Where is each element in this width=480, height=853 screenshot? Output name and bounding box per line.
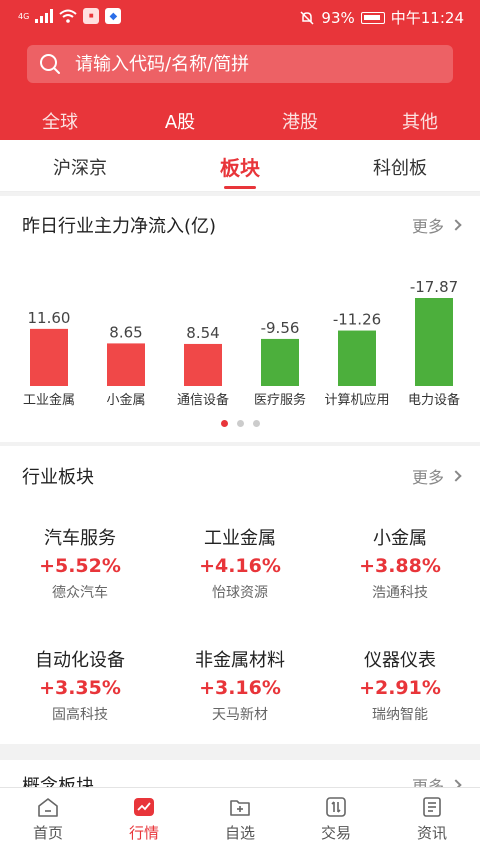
search-icon xyxy=(40,54,60,74)
battery-percent: 93% xyxy=(321,8,355,27)
subtab-shanghai-shenzhen-beijing[interactable]: 沪深京 xyxy=(20,154,140,180)
app-notification-icon: ■ xyxy=(83,8,100,24)
status-bar: 4G ■ ◆ 93% 中午11:24 xyxy=(0,0,480,34)
sector-tile[interactable]: 非金属材料 +3.16% 天马新材 xyxy=(160,646,320,724)
capital-flow-chart: 11.60 工业金属 8.65 小金属 8.54 通信设备 -9.56 医疗服务 -11.26 计… xyxy=(23,278,460,408)
home-icon xyxy=(38,798,58,817)
subtab-star-market[interactable]: 科创板 xyxy=(340,154,460,180)
tab-trade[interactable]: 交易 xyxy=(288,796,384,843)
sector-change: +3.16% xyxy=(199,677,281,699)
tab-watchlist[interactable]: 自选 xyxy=(192,796,288,843)
market-tabs: 全球 A股 港股 其他 xyxy=(0,100,480,145)
sector-leading-stock: 浩通科技 xyxy=(372,585,428,601)
tab-other[interactable]: 其他 xyxy=(380,108,460,134)
industry-sectors-title: 行业板块 xyxy=(22,467,94,488)
bar-计算机应用[interactable] xyxy=(338,330,376,386)
carousel-dot[interactable] xyxy=(252,420,260,427)
bar-value-label: -17.87 xyxy=(410,278,458,296)
sub-tabs: 沪深京 板块 科创板 xyxy=(0,140,480,192)
bar-category-label: 工业金属 xyxy=(23,392,75,408)
bar-电力设备[interactable] xyxy=(415,298,453,386)
sector-change: +2.91% xyxy=(359,677,441,699)
carousel-dots xyxy=(0,420,480,427)
active-subtab-indicator xyxy=(224,186,256,189)
folder-plus-icon xyxy=(230,800,250,816)
bar-小金属[interactable] xyxy=(107,343,145,386)
sector-leading-stock: 德众汽车 xyxy=(52,585,108,601)
tab-quotes[interactable]: 行情 xyxy=(96,796,192,843)
battery-icon xyxy=(360,11,385,24)
capital-flow-card: 昨日行业主力净流入(亿) 更多 11.60 工业金属 8.65 小金属 8.54 通信设备… xyxy=(0,196,480,442)
sector-tile[interactable]: 仪器仪表 +2.91% 瑞纳智能 xyxy=(320,646,480,724)
subtab-sectors[interactable]: 板块 xyxy=(180,152,300,189)
sector-tile[interactable]: 汽车服务 +5.52% 德众汽车 xyxy=(0,524,160,602)
bar-category-label: 通信设备 xyxy=(177,392,229,408)
sector-tile[interactable]: 工业金属 +4.16% 怡球资源 xyxy=(160,524,320,602)
capital-flow-more-link[interactable]: 更多 xyxy=(412,213,462,237)
sector-leading-stock: 瑞纳智能 xyxy=(372,707,428,723)
network-type: 4G xyxy=(18,11,30,21)
search-bar[interactable] xyxy=(27,45,453,83)
clock: 中午11:24 xyxy=(390,9,464,27)
bar-value-label: -9.56 xyxy=(261,319,300,337)
sector-tile[interactable]: 自动化设备 +3.35% 固高科技 xyxy=(0,646,160,724)
bar-value-label: 8.54 xyxy=(186,324,219,342)
bar-value-label: -11.26 xyxy=(333,311,381,329)
bar-category-label: 计算机应用 xyxy=(324,392,389,408)
carousel-dot[interactable] xyxy=(236,420,244,427)
bar-工业金属[interactable] xyxy=(30,328,68,386)
sector-name: 非金属材料 xyxy=(195,650,285,671)
trade-icon xyxy=(326,797,346,817)
trend-chart-icon xyxy=(134,798,154,816)
industry-sectors-card: 行业板块 更多 汽车服务 +5.52% 德众汽车 工业金属 +4.16% 怡球资… xyxy=(0,446,480,744)
wifi-icon xyxy=(59,9,77,23)
sector-name: 自动化设备 xyxy=(35,650,125,671)
sector-leading-stock: 固高科技 xyxy=(52,707,108,723)
news-icon xyxy=(423,797,441,817)
sector-change: +3.88% xyxy=(359,555,441,577)
sector-leading-stock: 天马新材 xyxy=(212,707,268,723)
tab-home[interactable]: 首页 xyxy=(0,796,96,843)
bar-category-label: 医疗服务 xyxy=(254,392,306,408)
bar-category-label: 小金属 xyxy=(106,392,145,408)
bar-category-label: 电力设备 xyxy=(408,392,460,408)
chevron-right-icon xyxy=(450,219,462,231)
sector-tile[interactable]: 小金属 +3.88% 浩通科技 xyxy=(320,524,480,602)
carousel-dot-active[interactable] xyxy=(220,420,228,427)
shield-notification-icon: ◆ xyxy=(105,8,122,24)
tab-news[interactable]: 资讯 xyxy=(384,796,480,843)
tab-global[interactable]: 全球 xyxy=(20,108,100,134)
bar-医疗服务[interactable] xyxy=(261,338,299,386)
bar-通信设备[interactable] xyxy=(184,343,222,386)
sector-name: 汽车服务 xyxy=(44,528,116,549)
industry-sectors-more-link[interactable]: 更多 xyxy=(412,464,462,488)
bar-value-label: 11.60 xyxy=(28,309,71,327)
sector-name: 小金属 xyxy=(373,528,427,549)
tab-a-shares[interactable]: A股 xyxy=(140,108,220,145)
sector-change: +5.52% xyxy=(39,555,121,577)
sector-leading-stock: 怡球资源 xyxy=(212,585,268,601)
sector-name: 仪器仪表 xyxy=(364,650,436,671)
sector-change: +4.16% xyxy=(199,555,281,577)
sector-change: +3.35% xyxy=(39,677,121,699)
app-header: 4G ■ ◆ 93% 中午11:24 请输入代码/名称/简拼 全球 A股 港股 … xyxy=(0,0,480,145)
sector-name: 工业金属 xyxy=(204,528,276,549)
capital-flow-title: 昨日行业主力净流入(亿) xyxy=(22,216,217,237)
mute-bell-icon xyxy=(300,10,314,25)
bottom-tab-bar: 首页 行情 自选 交易 资讯 xyxy=(0,787,480,853)
chevron-right-icon xyxy=(450,470,462,482)
bar-value-label: 8.65 xyxy=(109,323,142,341)
tab-hk-shares[interactable]: 港股 xyxy=(260,108,340,134)
signal-icon xyxy=(35,9,54,23)
search-input[interactable] xyxy=(75,53,415,75)
